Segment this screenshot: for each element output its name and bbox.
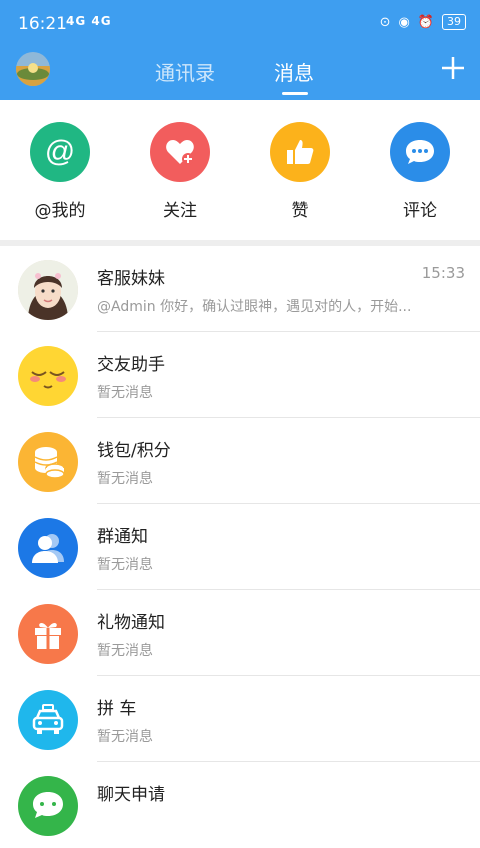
message-list: 客服妹妹 15:33 @Admin 你好，确认过眼神，遇见对的人，开始... 交… [0,246,480,848]
gift-icon [18,604,78,664]
quick-action-mentions[interactable]: @ @我的 [10,122,110,221]
message-preview: 暂无消息 [97,557,153,573]
tab-contacts[interactable]: 通讯录 [155,57,215,86]
quick-action-label: 关注 [163,201,197,221]
message-row-service[interactable]: 客服妹妹 15:33 @Admin 你好，确认过眼神，遇见对的人，开始... [0,246,480,332]
quick-action-label: 评论 [403,201,437,221]
quick-action-follow[interactable]: 关注 [130,122,230,221]
message-time: 15:33 [421,264,465,282]
lock-icon: ⊙ [379,14,391,30]
taxi-icon [18,690,78,750]
svg-text:@: @ [45,135,75,168]
coins-icon [18,432,78,492]
message-title: 礼物通知 [97,613,165,633]
quick-action-label: @我的 [34,201,86,221]
alarm-icon: ⏰ [417,14,434,30]
message-preview: @Admin 你好，确认过眼神，遇见对的人，开始... [97,299,412,315]
status-time: 16:21 [18,14,67,34]
heart-plus-icon [150,122,210,182]
quick-action-comments[interactable]: 评论 [370,122,470,221]
plus-icon[interactable] [440,55,466,81]
comment-icon [390,122,450,182]
message-title: 拼 车 [97,699,137,719]
message-row-chat-request[interactable]: 聊天申请 [0,762,480,848]
location-icon: ◉ [398,14,410,30]
message-row-group-notice[interactable]: 群通知 暂无消息 [0,504,480,590]
signal-indicator: 4G 4G [66,14,112,28]
message-row-wallet[interactable]: 钱包/积分 暂无消息 [0,418,480,504]
message-title: 客服妹妹 [97,269,165,289]
message-title: 交友助手 [97,355,165,375]
message-title: 钱包/积分 [97,441,171,461]
service-avatar [18,260,78,320]
quick-actions: @ @我的 关注 赞 评论 [0,100,480,240]
tab-messages[interactable]: 消息 [274,57,314,86]
message-row-gift[interactable]: 礼物通知 暂无消息 [0,590,480,676]
thumbs-up-icon [270,122,330,182]
group-icon [18,518,78,578]
message-preview: 暂无消息 [97,643,153,659]
quick-action-likes[interactable]: 赞 [250,122,350,221]
top-nav-bar [0,50,480,100]
active-tab-indicator [282,92,308,95]
battery-icon: 39 [442,14,466,30]
message-preview: 暂无消息 [97,471,153,487]
message-preview: 暂无消息 [97,729,153,745]
message-title: 聊天申请 [97,785,165,805]
status-bar: 16:21 4G 4G ⊙ ◉ ⏰ 39 [0,0,480,50]
status-icons: ⊙ ◉ ⏰ 39 [380,14,466,30]
message-row-friend-helper[interactable]: 交友助手 暂无消息 [0,332,480,418]
message-row-carpool[interactable]: 拼 车 暂无消息 [0,676,480,762]
message-preview: 暂无消息 [97,385,153,401]
message-title: 群通知 [97,527,148,547]
quick-action-label: 赞 [291,201,309,221]
chat-request-icon [18,776,78,836]
user-avatar[interactable] [16,52,50,86]
at-icon: @ [30,122,90,182]
sleepy-face-icon [18,346,78,406]
